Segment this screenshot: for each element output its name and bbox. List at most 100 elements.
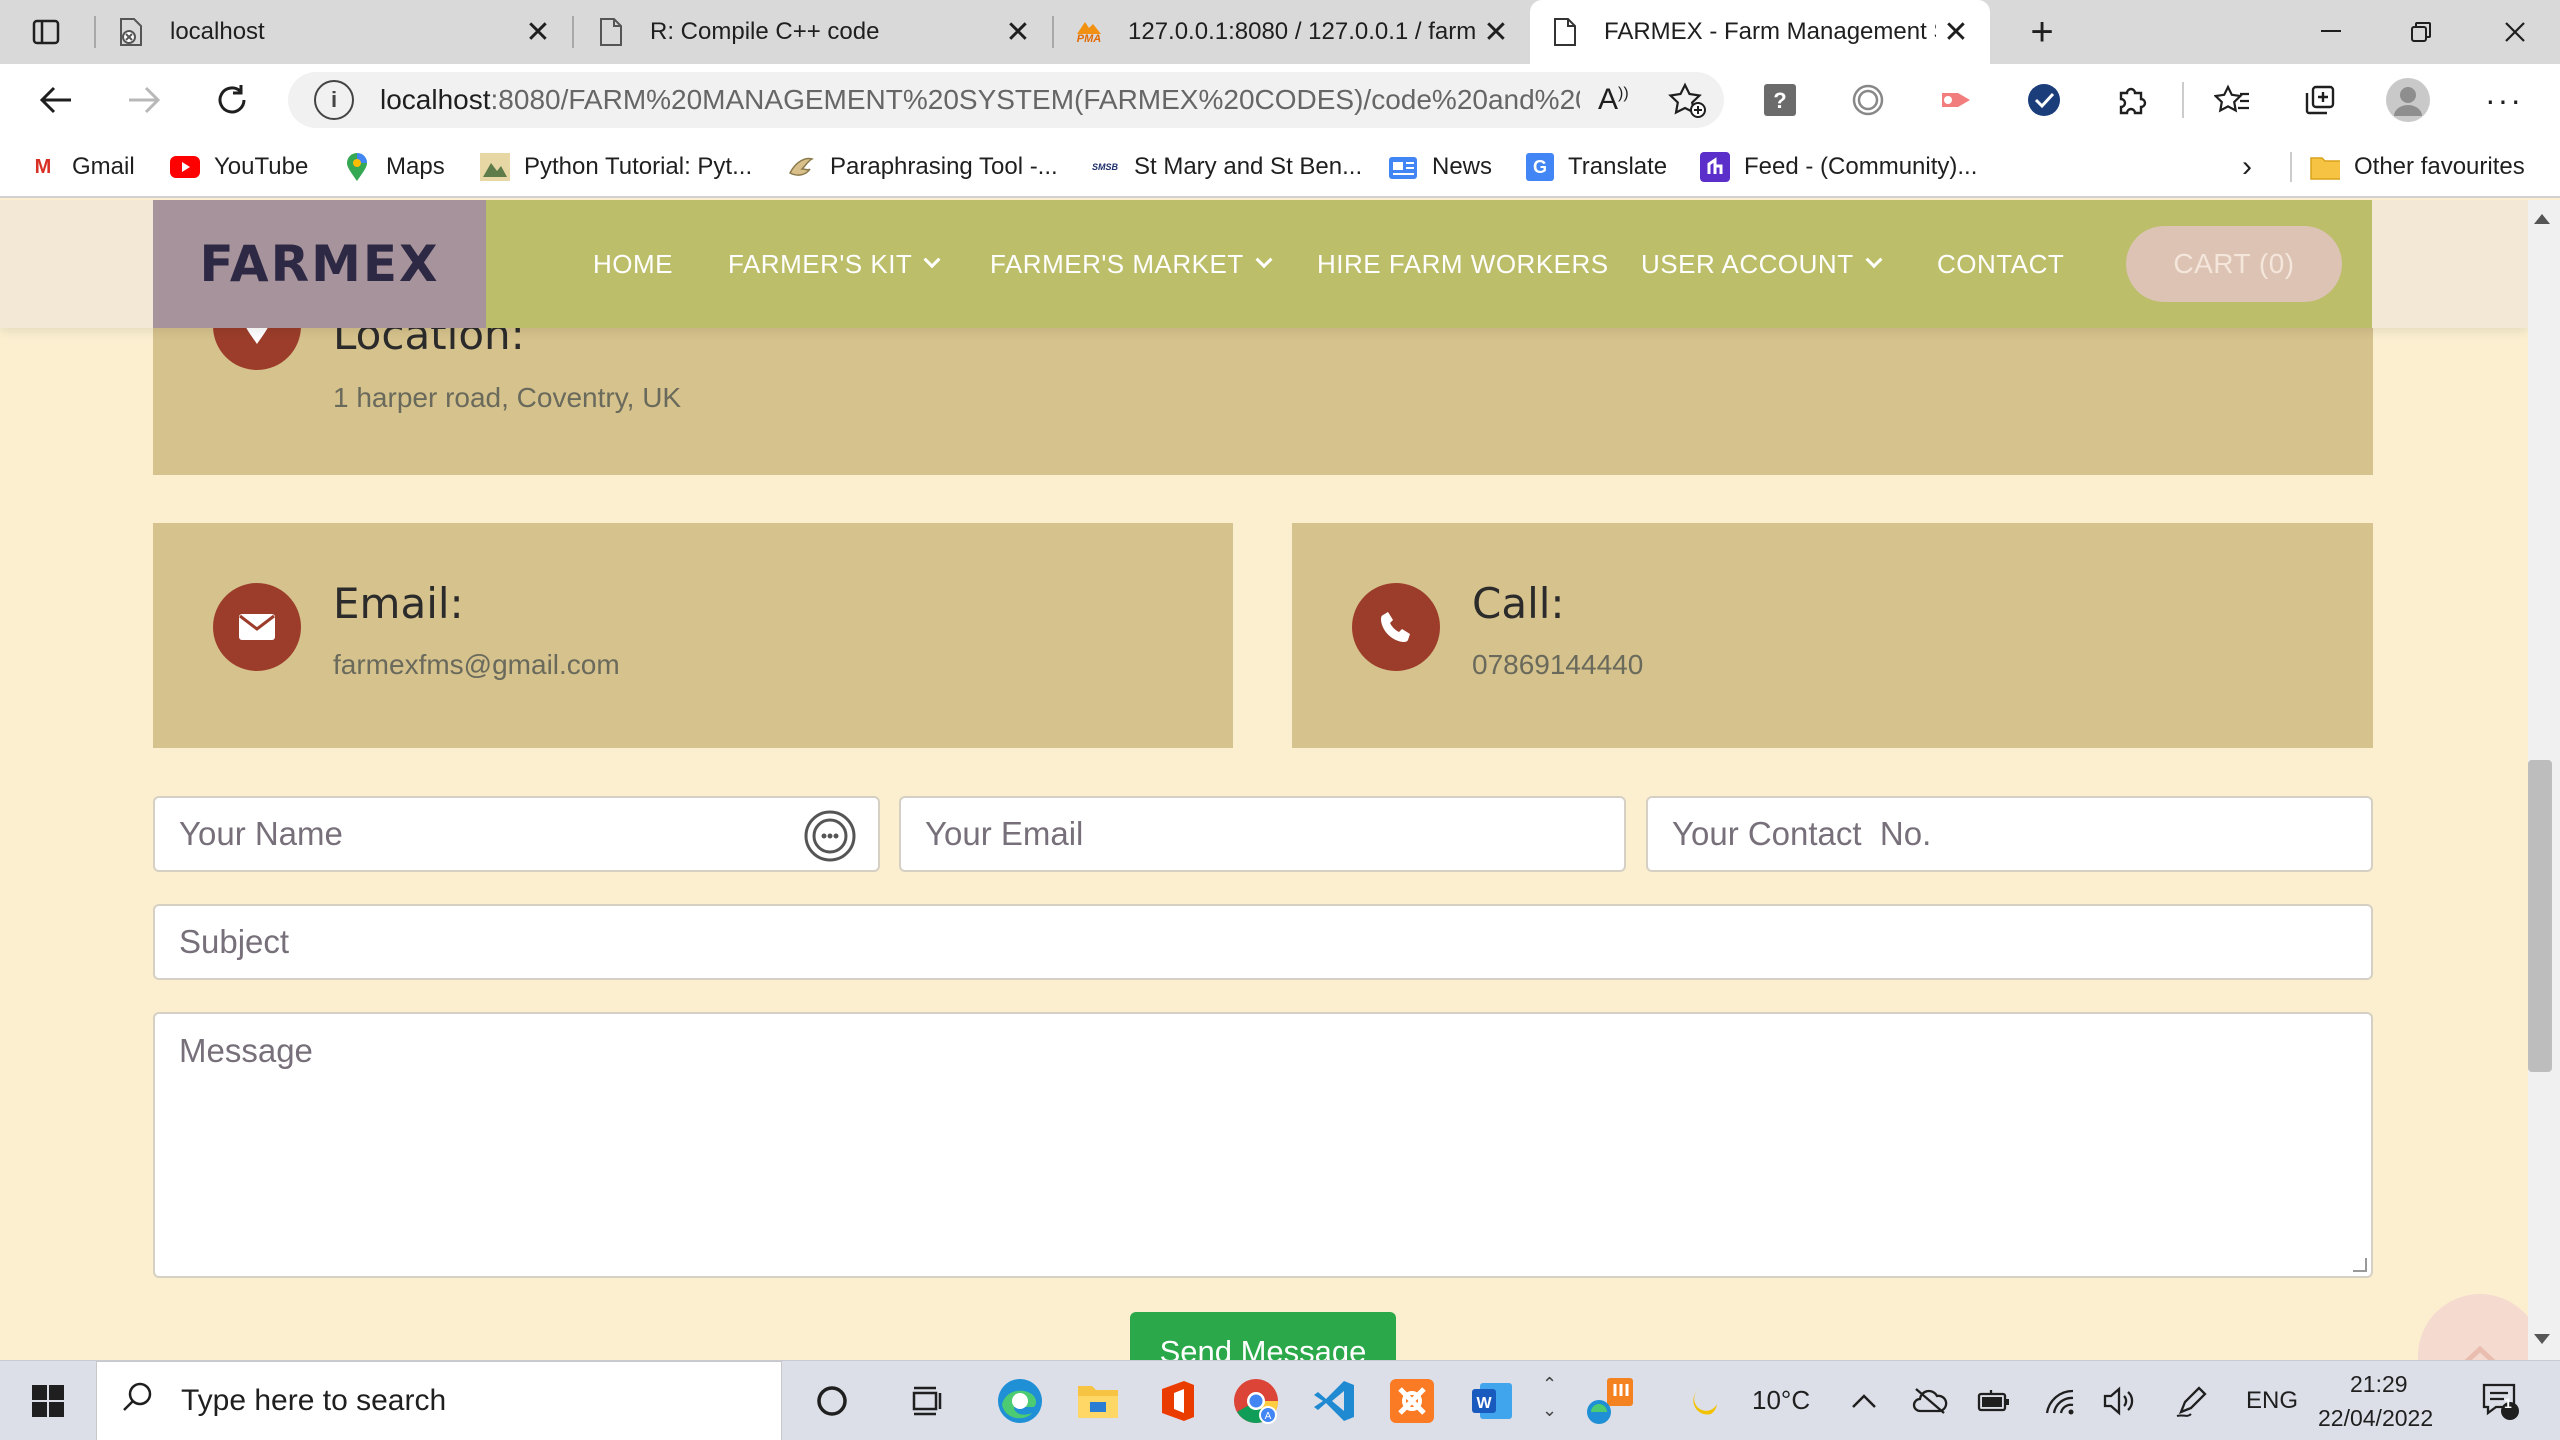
- svg-text:?: ?: [1773, 88, 1786, 113]
- collections-icon[interactable]: [2292, 72, 2348, 128]
- school-icon: SMSB: [1091, 162, 1118, 172]
- task-view-icon[interactable]: [896, 1371, 960, 1431]
- edge-browser-icon[interactable]: [986, 1371, 1054, 1431]
- checkmark-extension-icon[interactable]: [2016, 72, 2072, 128]
- chevron-up-icon[interactable]: [1844, 1371, 1884, 1431]
- chat-extension-icon[interactable]: [1840, 72, 1896, 128]
- onedrive-offline-icon[interactable]: [1908, 1371, 1952, 1431]
- input-language[interactable]: ENG: [2246, 1387, 2298, 1415]
- cart-button[interactable]: CART (0): [2126, 226, 2342, 302]
- weather-temperature[interactable]: 10°C: [1752, 1385, 1810, 1416]
- favourite-feed[interactable]: Feed - (Community)...: [1700, 148, 1977, 186]
- chevron-down-icon: [923, 251, 941, 269]
- scroll-down-icon[interactable]: [2534, 1334, 2550, 1344]
- favourites-bar: M Gmail YouTube Maps Python Tutorial: Py…: [0, 136, 2560, 198]
- brand-logo[interactable]: FARMEX: [153, 200, 486, 328]
- favourite-paraphrasing-tool[interactable]: Paraphrasing Tool -...: [786, 148, 1058, 186]
- scroll-up-icon[interactable]: [2534, 214, 2550, 224]
- favourite-youtube[interactable]: YouTube: [170, 148, 308, 186]
- notification-app-icon[interactable]: [1576, 1371, 1644, 1431]
- chevron-right-icon[interactable]: ›: [2242, 148, 2252, 186]
- extensions-puzzle-icon[interactable]: [2104, 72, 2160, 128]
- xampp-icon[interactable]: [1378, 1371, 1446, 1431]
- scrollbar-thumb[interactable]: [2528, 760, 2552, 1072]
- news-icon: [1388, 152, 1418, 182]
- close-icon[interactable]: ✕: [998, 12, 1038, 52]
- video-extension-icon[interactable]: [1928, 72, 1984, 128]
- browser-tab-phpmyadmin[interactable]: PMA 127.0.0.1:8080 / 127.0.0.1 / farme ✕: [1054, 0, 1530, 64]
- pen-icon[interactable]: [2170, 1371, 2214, 1431]
- name-field[interactable]: Your Name: [153, 796, 880, 872]
- clock-date[interactable]: 22/04/2022: [2318, 1405, 2433, 1432]
- cortana-icon[interactable]: [800, 1371, 864, 1431]
- favourite-python-tutorial[interactable]: Python Tutorial: Pyt...: [480, 148, 752, 186]
- file-explorer-icon[interactable]: [1064, 1371, 1132, 1431]
- favourite-gmail[interactable]: M Gmail: [28, 148, 135, 186]
- favourite-news[interactable]: News: [1388, 148, 1492, 186]
- nav-contact[interactable]: CONTACT: [1937, 246, 2064, 282]
- new-tab-icon[interactable]: +: [2014, 4, 2070, 60]
- resize-handle[interactable]: [2353, 1258, 2367, 1272]
- site-info-icon[interactable]: i: [314, 80, 354, 120]
- send-message-button[interactable]: Send Message: [1130, 1312, 1396, 1360]
- chevron-down-icon: [1865, 251, 1883, 269]
- page-scrollbar[interactable]: [2528, 200, 2560, 1360]
- close-icon[interactable]: ✕: [1936, 12, 1976, 52]
- svg-text:A: A: [1265, 1411, 1272, 1422]
- wifi-icon[interactable]: [2038, 1371, 2082, 1431]
- back-arrow-icon[interactable]: [28, 72, 84, 128]
- chrome-icon[interactable]: A: [1222, 1371, 1290, 1431]
- favourite-st-mary[interactable]: SMSB St Mary and St Ben...: [1090, 148, 1362, 186]
- tab-actions-icon[interactable]: [18, 4, 74, 60]
- close-window-icon[interactable]: [2470, 0, 2560, 64]
- taskbar-scroll-chevrons[interactable]: ⌃ ⌄: [1542, 1371, 1557, 1423]
- vscode-icon[interactable]: [1300, 1371, 1368, 1431]
- windows-start-icon[interactable]: [16, 1371, 80, 1431]
- email-field[interactable]: Your Email: [899, 796, 1626, 872]
- word-icon[interactable]: W: [1458, 1371, 1526, 1431]
- back-to-top-button[interactable]: [2418, 1294, 2528, 1360]
- address-url[interactable]: localhost:8080/FARM%20MANAGEMENT%20SYSTE…: [380, 84, 1580, 116]
- minimize-icon[interactable]: [2286, 0, 2376, 64]
- nav-home[interactable]: HOME: [593, 246, 673, 282]
- other-favourites-folder[interactable]: Other favourites: [2310, 148, 2525, 186]
- favourites-icon[interactable]: [2204, 72, 2260, 128]
- gmail-icon: M: [34, 155, 52, 178]
- help-extension-icon[interactable]: ?: [1752, 72, 1808, 128]
- profile-avatar-icon[interactable]: [2380, 72, 2436, 128]
- nav-farmers-kit[interactable]: FARMER'S KIT: [728, 246, 941, 282]
- more-menu-icon[interactable]: ···: [2476, 72, 2532, 128]
- email-value: farmexfms@gmail.com: [333, 649, 620, 680]
- contact-number-field[interactable]: Your Contact No.: [1646, 796, 2373, 872]
- tab-title: FARMEX - Farm Management Sys: [1604, 18, 1936, 45]
- browser-toolbar: i localhost:8080/FARM%20MANAGEMENT%20SYS…: [0, 64, 2560, 136]
- nav-user-account[interactable]: USER ACCOUNT: [1641, 246, 1883, 282]
- tab-title: localhost: [170, 18, 265, 45]
- subject-field[interactable]: Subject: [153, 904, 2373, 980]
- volume-icon[interactable]: [2098, 1371, 2142, 1431]
- battery-icon[interactable]: [1972, 1371, 2016, 1431]
- office-icon[interactable]: [1144, 1371, 1212, 1431]
- add-favourite-icon[interactable]: [1668, 82, 1706, 123]
- favourite-maps[interactable]: Maps: [342, 148, 445, 186]
- forward-arrow-icon[interactable]: [116, 72, 172, 128]
- close-icon[interactable]: ✕: [1476, 12, 1516, 52]
- nav-farmers-market[interactable]: FARMER'S MARKET: [990, 246, 1273, 282]
- browser-tab-compile[interactable]: R: Compile C++ code ✕: [576, 0, 1052, 64]
- browser-tab-farmex[interactable]: FARMEX - Farm Management Sys ✕: [1530, 0, 1990, 64]
- clock-time[interactable]: 21:29: [2350, 1371, 2408, 1398]
- browser-tab-localhost[interactable]: localhost ✕: [96, 0, 572, 64]
- chat-helper-icon[interactable]: [804, 810, 856, 870]
- taskbar-search-box[interactable]: Type here to search: [96, 1361, 782, 1440]
- nav-hire-farm-workers[interactable]: HIRE FARM WORKERS: [1317, 246, 1609, 282]
- notification-count: 1: [2504, 1395, 2512, 1411]
- refresh-icon[interactable]: [204, 72, 260, 128]
- restore-icon[interactable]: [2376, 0, 2466, 64]
- page-icon: [596, 17, 626, 47]
- favourite-translate[interactable]: G Translate: [1526, 148, 1667, 186]
- address-bar[interactable]: i localhost:8080/FARM%20MANAGEMENT%20SYS…: [288, 72, 1724, 128]
- notification-center-icon[interactable]: 1: [2470, 1371, 2530, 1431]
- message-textarea[interactable]: Message: [153, 1012, 2373, 1278]
- close-icon[interactable]: ✕: [518, 12, 558, 52]
- read-aloud-icon[interactable]: A)): [1598, 83, 1629, 117]
